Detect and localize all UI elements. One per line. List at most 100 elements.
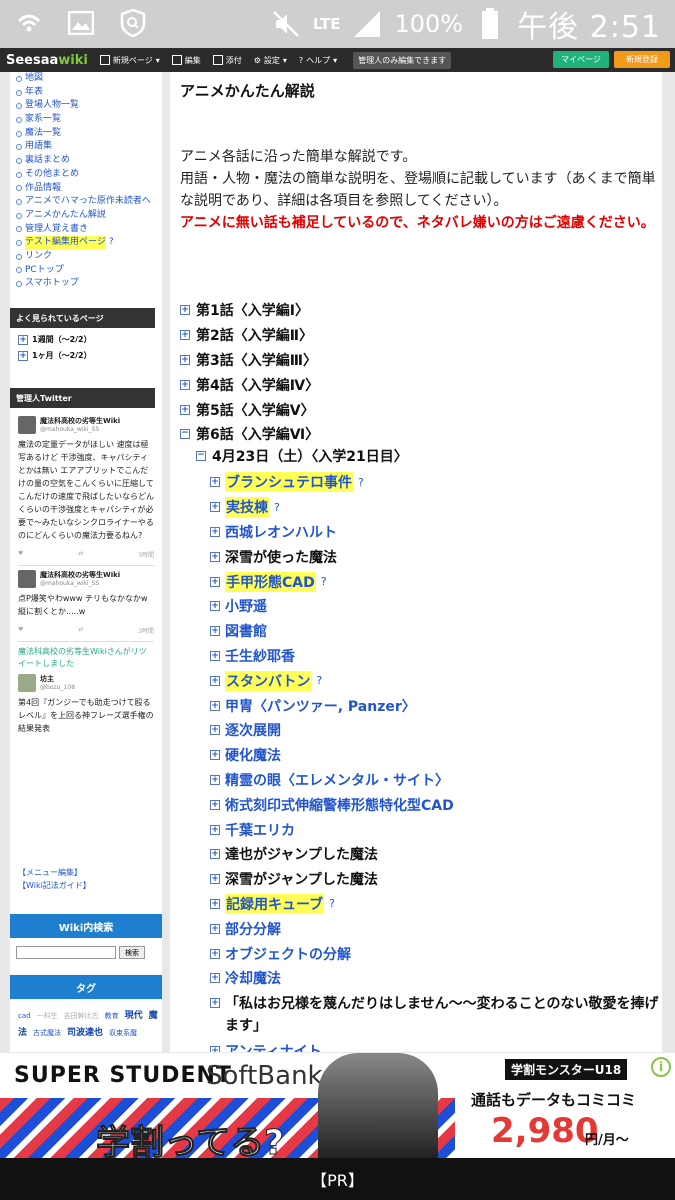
- topic-item[interactable]: + 実技棟?: [210, 495, 660, 520]
- search-input[interactable]: [16, 946, 116, 959]
- sidebar-link[interactable]: 地図: [16, 72, 162, 86]
- retweet-icon[interactable]: ⇄: [78, 626, 83, 635]
- signal-icon: [352, 9, 382, 39]
- sidebar-link[interactable]: PCトップ: [16, 264, 162, 278]
- topic-item[interactable]: + 壬生紗耶香: [210, 644, 660, 669]
- topic-item[interactable]: + 図書館: [210, 619, 660, 644]
- help-menu[interactable]: ? ヘルプ ▾: [299, 55, 337, 66]
- topic-item[interactable]: + 精霊の眼〈エレメンタル・サイト〉: [210, 768, 660, 793]
- expand-icon: +: [210, 997, 220, 1008]
- sidebar-link[interactable]: 作品情報: [16, 182, 162, 196]
- new-page-icon: [99, 55, 110, 65]
- popular-month[interactable]: +1ヶ月（〜2/2）: [18, 350, 92, 361]
- topic-item[interactable]: + オブジェクトの分解: [210, 941, 660, 966]
- tweet[interactable]: 魔法科高校の劣等生Wiki @mahouka_wiki_SS 魔法の定量データがほ…: [18, 416, 154, 559]
- topic-item[interactable]: + 逐次展開: [210, 718, 660, 743]
- ad-slogan: 学割ってる?: [95, 1123, 285, 1159]
- topic-item[interactable]: + 記録用キューブ?: [210, 892, 660, 917]
- sidebar-link[interactable]: スマホトップ: [16, 277, 162, 291]
- ad-left-panel[interactable]: SUPER STUDENT SoftBank 学割ってる?: [0, 1053, 455, 1158]
- bullet-icon: [16, 185, 22, 192]
- topic-item[interactable]: + スタンバトン?: [210, 668, 660, 693]
- menu-edit-link[interactable]: 【メニュー編集】: [18, 866, 91, 879]
- episode-list: + 第1話〈入学編Ⅰ〉 + 第2話〈入学編Ⅱ〉 + 第3話〈入学編Ⅲ〉 + 第4話〈入学編Ⅳ〉…: [180, 298, 660, 447]
- episode-item[interactable]: − 第6話〈入学編Ⅵ〉: [180, 422, 660, 447]
- seesaa-wiki-logo[interactable]: Seesaawiki: [6, 53, 88, 68]
- date-heading[interactable]: −4月23日（土）〈入学21日目〉: [196, 446, 408, 466]
- bullet-icon: [16, 130, 22, 137]
- divider: [18, 565, 154, 566]
- missing-page-link[interactable]: ?: [109, 236, 114, 250]
- retweet-icon[interactable]: ⇄: [78, 550, 83, 559]
- missing-page-link[interactable]: ?: [329, 897, 335, 910]
- ad-right-panel[interactable]: 学割モンスターU18 i 通話もデータもコミコミ 2,980 円/月〜: [457, 1053, 675, 1158]
- topic-item[interactable]: + 手甲形態CAD?: [210, 569, 660, 594]
- episode-item[interactable]: + 第3話〈入学編Ⅲ〉: [180, 348, 660, 373]
- sidebar-link[interactable]: 管理人覚え書き: [16, 223, 162, 237]
- tag-link[interactable]: 一科生: [37, 1012, 58, 1020]
- tag-link[interactable]: 司波達也: [67, 1028, 103, 1038]
- sidebar-link[interactable]: 家系一覧: [16, 113, 162, 127]
- menu-edit-links: 【メニュー編集】 【Wiki記法ガイド】: [18, 866, 91, 892]
- sidebar-link[interactable]: アニメかんたん解説: [16, 209, 162, 223]
- signup-button[interactable]: 新規登録: [614, 51, 670, 68]
- episode-item[interactable]: + 第4話〈入学編Ⅳ〉: [180, 372, 660, 397]
- info-icon[interactable]: i: [651, 1057, 671, 1077]
- sidebar-link[interactable]: 魔法一覧: [16, 127, 162, 141]
- topic-item[interactable]: + 達也がジャンプした魔法: [210, 842, 660, 867]
- topic-item[interactable]: + 深雪がジャンプした魔法: [210, 867, 660, 892]
- tag-link[interactable]: 教育: [105, 1012, 119, 1020]
- bullet-icon: [16, 226, 22, 233]
- missing-page-link[interactable]: ?: [321, 575, 327, 588]
- sidebar-link[interactable]: リンク: [16, 250, 162, 264]
- new-page-menu[interactable]: 新規ページ ▾: [99, 55, 160, 66]
- sidebar-link[interactable]: テスト編集用ページ?: [16, 236, 162, 250]
- avatar: [18, 674, 36, 692]
- tweet[interactable]: 魔法科高校の劣等生Wiki @mahouka_wiki_SS 点P爆笑やわwww …: [18, 570, 154, 635]
- topic-item[interactable]: + 硬化魔法: [210, 743, 660, 768]
- tag-link[interactable]: 現代: [125, 1011, 143, 1021]
- topic-item[interactable]: + 「私はお兄様を蔑んだりはしません〜〜変わることのない敬愛を捧げます」: [210, 991, 660, 1039]
- topic-item[interactable]: + 西城レオンハルト: [210, 520, 660, 545]
- popular-pages-heading: よく見られているページ: [10, 308, 155, 328]
- topic-item[interactable]: + 部分分解: [210, 916, 660, 941]
- topic-item[interactable]: + 千葉エリカ: [210, 817, 660, 842]
- like-icon[interactable]: ♥: [18, 626, 23, 635]
- sidebar-link[interactable]: アニメでハマった原作未読者へ: [16, 195, 162, 209]
- wiki-syntax-guide-link[interactable]: 【Wiki記法ガイド】: [18, 879, 91, 892]
- episode-item[interactable]: + 第5話〈入学編Ⅴ〉: [180, 397, 660, 422]
- expand-icon: +: [210, 526, 220, 537]
- topic-item[interactable]: + 小野遥: [210, 594, 660, 619]
- ad-title: SUPER STUDENT: [14, 1063, 232, 1088]
- topic-item[interactable]: + 深雪が使った魔法: [210, 544, 660, 569]
- settings-menu[interactable]: ⚙ 設定 ▾: [254, 55, 287, 66]
- sidebar-link[interactable]: 裏話まとめ: [16, 154, 162, 168]
- topic-item[interactable]: + 冷却魔法: [210, 966, 660, 991]
- tag-link[interactable]: cad: [18, 1012, 31, 1020]
- expand-icon: +: [210, 923, 220, 934]
- sidebar-link[interactable]: 年表: [16, 86, 162, 100]
- tag-link[interactable]: 収束系魔: [109, 1029, 137, 1037]
- topic-item[interactable]: + ブランシュテロ事件?: [210, 470, 660, 495]
- sidebar-link[interactable]: 用語集: [16, 140, 162, 154]
- like-icon[interactable]: ♥: [18, 550, 23, 559]
- episode-item[interactable]: + 第1話〈入学編Ⅰ〉: [180, 298, 660, 323]
- missing-page-link[interactable]: ?: [274, 501, 280, 514]
- attach-button[interactable]: 添付: [212, 55, 242, 66]
- popular-week[interactable]: +1週間（〜2/2）: [18, 334, 92, 345]
- search-button[interactable]: 検索: [119, 946, 145, 959]
- episode-item[interactable]: + 第2話〈入学編Ⅱ〉: [180, 323, 660, 348]
- sidebar-link[interactable]: 登場人物一覧: [16, 99, 162, 113]
- retweet[interactable]: 魔法科高校の劣等生Wikiさんがリツイートしました 坊主 @bozu_108 第4…: [18, 646, 154, 735]
- topic-item[interactable]: +アンティナイト: [210, 1039, 660, 1052]
- topic-item[interactable]: + 甲冑〈パンツァー, Panzer〉: [210, 693, 660, 718]
- sidebar-link[interactable]: その他まとめ: [16, 168, 162, 182]
- advertisement-banner[interactable]: SUPER STUDENT SoftBank 学割ってる? 学割モンスターU18…: [0, 1053, 675, 1158]
- mypage-button[interactable]: マイページ: [553, 51, 609, 68]
- tag-link[interactable]: 古式魔法: [33, 1029, 61, 1037]
- tag-link[interactable]: 吉田幹比古: [64, 1012, 99, 1020]
- missing-page-link[interactable]: ?: [358, 476, 364, 489]
- edit-button[interactable]: 編集: [171, 55, 201, 66]
- missing-page-link[interactable]: ?: [316, 674, 322, 687]
- topic-item[interactable]: + 術式刻印式伸縮警棒形態特化型CAD: [210, 792, 660, 817]
